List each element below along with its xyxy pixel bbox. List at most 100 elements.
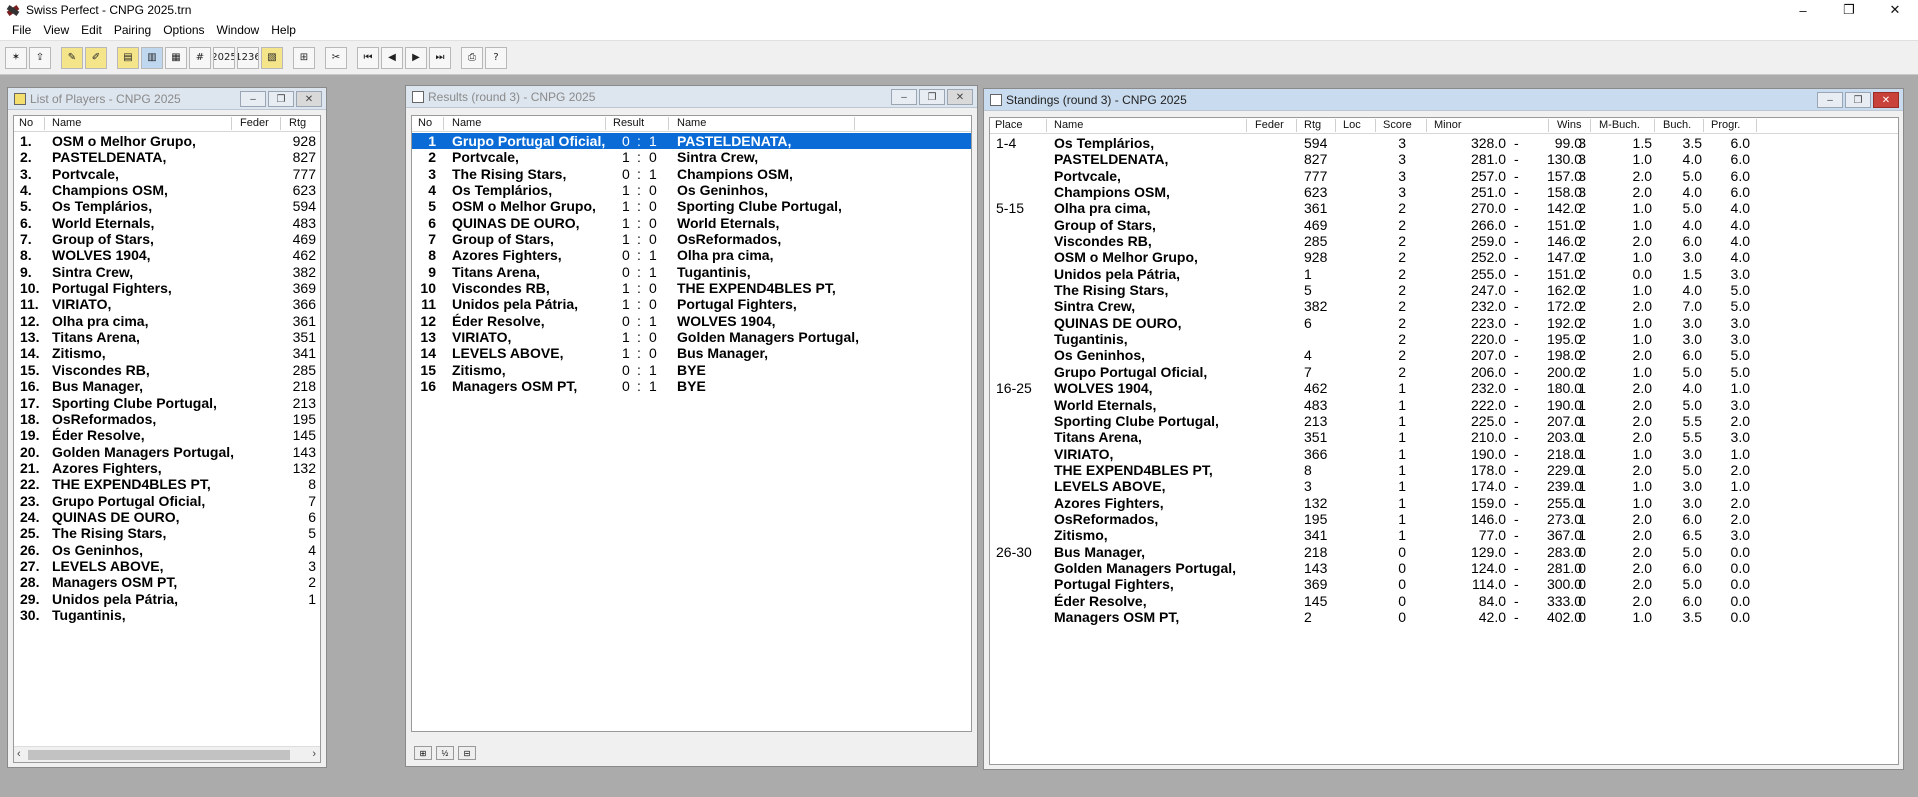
standings-row[interactable]: QUINAS DE OURO, 6 2 223.0-192.0 2 1.0 3.0 3.0 (990, 315, 1898, 331)
year-2025-icon[interactable]: 2025 (213, 46, 235, 69)
black-score[interactable]: 1 (649, 247, 657, 263)
white-score[interactable]: 1 (622, 149, 630, 165)
white-score[interactable]: 0 (622, 313, 630, 329)
close-icon[interactable]: ✕ (947, 89, 973, 105)
standings-row[interactable]: World Eternals, 483 1 222.0-190.0 1 2.0 5.0 3.0 (990, 397, 1898, 413)
player-row[interactable]: 16. Bus Manager, 218 (14, 378, 320, 394)
result-row[interactable]: 7 Group of Stars, 1:0 OsReformados, (412, 231, 971, 247)
print-icon[interactable]: ⎙ (461, 46, 483, 69)
player-row[interactable]: 7. Group of Stars, 469 (14, 231, 320, 247)
standings-row[interactable]: VIRIATO, 366 1 190.0-218.0 1 1.0 3.0 1.0 (990, 446, 1898, 462)
standings-row[interactable]: 5-15 Olha pra cima, 361 2 270.0-142.0 2 1.0 5.0… (990, 200, 1898, 216)
result-row[interactable]: 13 VIRIATO, 1:0 Golden Managers Portugal, (412, 329, 971, 345)
standings-row[interactable]: OsReformados, 195 1 146.0-273.0 1 2.0 6.0 2.0 (990, 511, 1898, 527)
player-row[interactable]: 5. Os Templários, 594 (14, 198, 320, 214)
black-score[interactable]: 1 (649, 133, 657, 149)
white-score[interactable]: 1 (622, 296, 630, 312)
black-score[interactable]: 0 (649, 345, 657, 361)
col-result[interactable]: Result (613, 117, 644, 129)
white-score[interactable]: 1 (622, 231, 630, 247)
standings-row[interactable]: Portvcale, 777 3 257.0-157.0 3 2.0 5.0 6.0 (990, 168, 1898, 184)
white-score[interactable]: 1 (622, 345, 630, 361)
next-round-icon[interactable]: ▶ (405, 46, 427, 69)
standings-row[interactable]: THE EXPEND4BLES PT, 8 1 178.0-229.0 1 2.0 5.0 2… (990, 462, 1898, 478)
player-row[interactable]: 3. Portvcale, 777 (14, 166, 320, 182)
player-row[interactable]: 29. Unidos pela Pátria, 1 (14, 591, 320, 607)
standings-row[interactable]: Champions OSM, 623 3 251.0-158.0 3 2.0 4.0 6.0 (990, 184, 1898, 200)
minimize-button[interactable]: – (1780, 0, 1826, 20)
minimize-icon[interactable]: – (240, 91, 266, 107)
prev-round-icon[interactable]: ◀ (381, 46, 403, 69)
maximize-icon[interactable]: ❐ (1845, 92, 1871, 108)
black-score[interactable]: 0 (649, 182, 657, 198)
standings-row[interactable]: PASTELDENATA, 827 3 281.0-130.0 3 1.0 4.0 6.0 (990, 151, 1898, 167)
sort-1236-icon[interactable]: 1236 (237, 46, 259, 69)
grid-view-button[interactable]: ⊞ (414, 746, 432, 760)
standings-list[interactable]: Place Name Feder Rtg Loc Score Minor Win… (989, 117, 1899, 765)
list-players-icon[interactable]: ▤ (117, 46, 139, 69)
result-row[interactable]: 3 The Rising Stars, 0:1 Champions OSM, (412, 166, 971, 182)
restore-button[interactable]: ❐ (1826, 0, 1872, 20)
player-row[interactable]: 15. Viscondes RB, 285 (14, 362, 320, 378)
player-row[interactable]: 25. The Rising Stars, 5 (14, 525, 320, 541)
results-grid-icon[interactable]: ▥ (141, 46, 163, 69)
results-window-titlebar[interactable]: Results (round 3) - CNPG 2025 – ❐ ✕ (406, 86, 977, 108)
col-progr[interactable]: Progr. (1711, 119, 1740, 131)
menu-view[interactable]: View (37, 23, 75, 37)
standings-row[interactable]: Tugantinis, 2 220.0-195.0 2 1.0 3.0 3.0 (990, 331, 1898, 347)
result-row[interactable]: 10 Viscondes RB, 1:0 THE EXPEND4BLES PT, (412, 280, 971, 296)
black-score[interactable]: 1 (649, 264, 657, 280)
player-row[interactable]: 28. Managers OSM PT, 2 (14, 574, 320, 590)
black-score[interactable]: 0 (649, 149, 657, 165)
player-row[interactable]: 11. VIRIATO, 366 (14, 296, 320, 312)
result-row[interactable]: 11 Unidos pela Pátria, 1:0 Portugal Fighter… (412, 296, 971, 312)
white-score[interactable]: 0 (622, 247, 630, 263)
standings-row[interactable]: Grupo Portugal Oficial, 7 2 206.0-200.0 2 1.0… (990, 364, 1898, 380)
black-score[interactable]: 0 (649, 231, 657, 247)
player-row[interactable]: 10. Portugal Fighters, 369 (14, 280, 320, 296)
menu-window[interactable]: Window (211, 23, 266, 37)
standings-row[interactable]: Viscondes RB, 285 2 259.0-146.0 2 2.0 6.0 4.0 (990, 233, 1898, 249)
standings-row[interactable]: 1-4 Os Templários, 594 3 328.0-99.0 3 1.5 3.5 6.… (990, 135, 1898, 151)
black-score[interactable]: 1 (649, 313, 657, 329)
player-row[interactable]: 14. Zitismo, 341 (14, 345, 320, 361)
player-row[interactable]: 27. LEVELS ABOVE, 3 (14, 558, 320, 574)
col-minor[interactable]: Minor (1434, 119, 1462, 131)
black-score[interactable]: 1 (649, 362, 657, 378)
players-list[interactable]: No Name Feder Rtg 1. OSM o Melhor Grupo, 9… (13, 115, 321, 763)
standings-row[interactable]: Zitismo, 341 1 77.0-367.0 1 2.0 6.5 3.0 (990, 527, 1898, 543)
player-row[interactable]: 13. Titans Arena, 351 (14, 329, 320, 345)
results-list[interactable]: No Name Result Name 1 Grupo Portugal Ofic… (411, 115, 972, 732)
standings-row[interactable]: The Rising Stars, 5 2 247.0-162.0 2 1.0 4.0 5.0 (990, 282, 1898, 298)
col-feder[interactable]: Feder (240, 117, 269, 129)
horizontal-scrollbar[interactable]: ‹ › (14, 746, 320, 762)
col-score[interactable]: Score (1383, 119, 1412, 131)
standings-row[interactable]: Os Geninhos, 4 2 207.0-198.0 2 2.0 6.0 5.0 (990, 347, 1898, 363)
new-tournament-icon[interactable]: ✶ (5, 46, 27, 69)
result-row[interactable]: 14 LEVELS ABOVE, 1:0 Bus Manager, (412, 345, 971, 361)
player-row[interactable]: 24. QUINAS DE OURO, 6 (14, 509, 320, 525)
standings-row[interactable]: Unidos pela Pátria, 1 2 255.0-151.0 2 0.0 1.5 3… (990, 266, 1898, 282)
result-row[interactable]: 15 Zitismo, 0:1 BYE (412, 362, 971, 378)
maximize-icon[interactable]: ❐ (919, 89, 945, 105)
minimize-icon[interactable]: – (891, 89, 917, 105)
player-row[interactable]: 19. Éder Resolve, 145 (14, 427, 320, 443)
split-view-button[interactable]: ⊟ (458, 746, 476, 760)
col-loc[interactable]: Loc (1343, 119, 1361, 131)
player-row[interactable]: 8. WOLVES 1904, 462 (14, 247, 320, 263)
white-score[interactable]: 1 (622, 215, 630, 231)
menu-edit[interactable]: Edit (75, 23, 108, 37)
table-icon[interactable]: ⊞ (293, 46, 315, 69)
menu-file[interactable]: File (6, 23, 37, 37)
white-score[interactable]: 1 (622, 280, 630, 296)
col-no[interactable]: No (418, 117, 432, 129)
black-score[interactable]: 0 (649, 280, 657, 296)
menu-pairing[interactable]: Pairing (108, 23, 157, 37)
standings-row[interactable]: OSM o Melhor Grupo, 928 2 252.0-147.0 2 1.0 3.… (990, 249, 1898, 265)
standings-row[interactable]: Éder Resolve, 145 0 84.0-333.0 0 2.0 6.0 0.0 (990, 593, 1898, 609)
grid-icon[interactable]: ▦ (165, 46, 187, 69)
help-icon[interactable]: ? (485, 46, 507, 69)
col-name[interactable]: Name (1054, 119, 1083, 131)
result-row[interactable]: 8 Azores Fighters, 0:1 Olha pra cima, (412, 247, 971, 263)
white-score[interactable]: 1 (622, 182, 630, 198)
